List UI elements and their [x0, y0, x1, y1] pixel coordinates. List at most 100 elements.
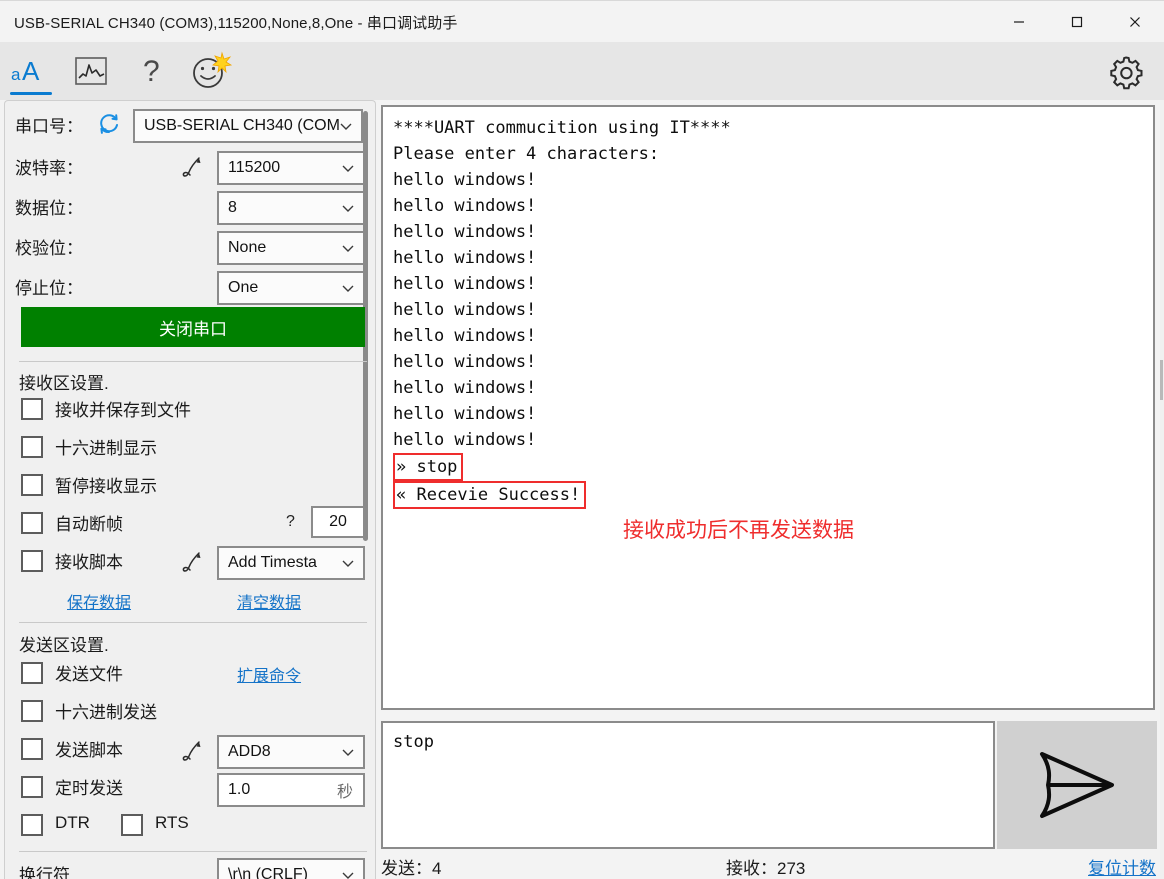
receive-highlight-1: » stop [393, 453, 1153, 481]
parity-label: 校验位： [15, 238, 83, 258]
receive-line: hello windows! [393, 326, 537, 346]
gear-icon [1110, 56, 1143, 90]
frame-timeout-input[interactable]: 20 [311, 506, 365, 538]
minimize-icon [1014, 21, 1024, 23]
checkbox-rts[interactable] [121, 814, 143, 836]
label-receive-save-to-file: 接收并保存到文件 [55, 401, 191, 420]
send-textarea[interactable]: stop [381, 721, 995, 849]
settings-button[interactable] [1102, 42, 1150, 100]
send-interval-value: 1.0 [228, 781, 251, 798]
newline-select[interactable]: \r\n (CRLF) [217, 858, 365, 879]
window-scrollbar-thumb[interactable] [1160, 360, 1163, 400]
baud-script-icon[interactable] [179, 154, 205, 180]
receive-line: ****UART commucition using IT**** [393, 118, 731, 138]
databits-select-value: 8 [228, 199, 237, 216]
label-send-script: 发送脚本 [55, 741, 123, 760]
checkbox-auto-frame-break[interactable] [21, 512, 43, 534]
databits-row: 数据位： [15, 189, 83, 223]
window-controls [990, 1, 1164, 43]
smiley-button[interactable] [188, 42, 234, 100]
divider-newline [19, 851, 367, 852]
chevron-down-icon [340, 123, 352, 130]
port-label: 串口号： [15, 116, 83, 136]
waveform-icon [75, 57, 107, 85]
close-port-button[interactable]: 关闭串口 [21, 307, 365, 347]
script-pen-icon [182, 552, 201, 572]
status-bar: 发送：4 接收：273 复位计数 [381, 851, 1164, 879]
receive-line: hello windows! [393, 378, 537, 398]
stopbits-select-value: One [228, 279, 259, 296]
waveform-button[interactable] [70, 42, 112, 100]
smiley-icon [193, 51, 233, 88]
databits-select[interactable]: 8 [217, 191, 365, 225]
label-send-file: 发送文件 [55, 665, 123, 684]
window-scrollbar[interactable] [1160, 100, 1164, 879]
reset-count-link[interactable]: 复位计数 [1088, 854, 1156, 879]
minimize-button[interactable] [990, 1, 1048, 43]
port-row: 串口号： [15, 107, 83, 141]
svg-text:a: a [11, 65, 21, 84]
label-timed-send: 定时发送 [55, 779, 123, 798]
baud-label: 波特率： [15, 158, 83, 178]
receive-lines: ****UART commucition using IT**** Please … [393, 115, 1153, 453]
chevron-down-icon [342, 560, 354, 567]
chevron-down-icon [342, 165, 354, 172]
font-size-active-indicator [10, 92, 52, 95]
frame-help-icon[interactable]: ? [286, 513, 295, 531]
checkbox-dtr[interactable] [21, 814, 43, 836]
font-size-icon: a A [11, 56, 40, 86]
stopbits-select[interactable]: One [217, 271, 365, 305]
checkbox-timed-send[interactable] [21, 776, 43, 798]
divider-send [19, 622, 367, 623]
receive-script-value: Add Timesta [228, 554, 317, 571]
refresh-port-button[interactable] [97, 112, 121, 136]
help-icon: ? [143, 55, 160, 88]
checkbox-receive-script[interactable] [21, 550, 43, 572]
receive-highlight-2: « Recevie Success! [393, 481, 1153, 509]
send-section-title: 发送区设置. [19, 636, 109, 655]
sidebar: 串口号： USB-SERIAL CH340 (COM 波特率： 115200 数… [4, 100, 376, 879]
receive-line: hello windows! [393, 170, 537, 190]
svg-text:A: A [22, 56, 40, 86]
baud-select[interactable]: 115200 [217, 151, 365, 185]
toolbar: a A ? [0, 42, 1164, 100]
extend-command-link[interactable]: 扩展命令 [237, 662, 301, 686]
help-button[interactable]: ? [130, 42, 172, 100]
checkbox-pause-receive-display[interactable] [21, 474, 43, 496]
receive-line: hello windows! [393, 222, 537, 242]
send-interval-input[interactable]: 1.0 秒 [217, 773, 365, 807]
send-script-select[interactable]: ADD8 [217, 735, 365, 769]
checkbox-hex-display[interactable] [21, 436, 43, 458]
save-data-link[interactable]: 保存数据 [67, 589, 131, 613]
clear-data-link[interactable]: 清空数据 [237, 589, 301, 613]
receive-line: hello windows! [393, 430, 537, 450]
close-button[interactable] [1106, 1, 1164, 43]
send-button[interactable] [997, 721, 1157, 849]
app-window: USB-SERIAL CH340 (COM3),115200,None,8,On… [0, 0, 1164, 879]
chevron-down-icon [342, 285, 354, 292]
received-count: 接收：273 [726, 859, 806, 878]
baud-select-value: 115200 [228, 159, 281, 176]
receive-line: Please enter 4 characters: [393, 144, 660, 164]
checkbox-receive-save-to-file[interactable] [21, 398, 43, 420]
receive-textarea[interactable]: ****UART commucition using IT**** Please … [381, 105, 1155, 710]
checkbox-send-file[interactable] [21, 662, 43, 684]
receive-script-icon[interactable] [179, 549, 205, 575]
label-receive-script: 接收脚本 [55, 553, 123, 572]
parity-select-value: None [228, 239, 267, 256]
send-plane-icon [1040, 752, 1114, 818]
receive-script-select[interactable]: Add Timesta [217, 546, 365, 580]
maximize-button[interactable] [1048, 1, 1106, 43]
receive-line: hello windows! [393, 196, 537, 216]
port-select[interactable]: USB-SERIAL CH340 (COM [133, 109, 363, 143]
checkbox-send-script[interactable] [21, 738, 43, 760]
script-pen-icon [182, 157, 201, 177]
newline-value: \r\n (CRLF) [228, 866, 308, 879]
receive-line-stop: » stop [393, 453, 464, 481]
send-script-icon[interactable] [179, 738, 205, 764]
checkbox-hex-send[interactable] [21, 700, 43, 722]
label-auto-frame-break: 自动断帧 [55, 515, 123, 534]
refresh-icon [100, 114, 118, 134]
title-bar: USB-SERIAL CH340 (COM3),115200,None,8,On… [0, 0, 1164, 42]
parity-select[interactable]: None [217, 231, 365, 265]
